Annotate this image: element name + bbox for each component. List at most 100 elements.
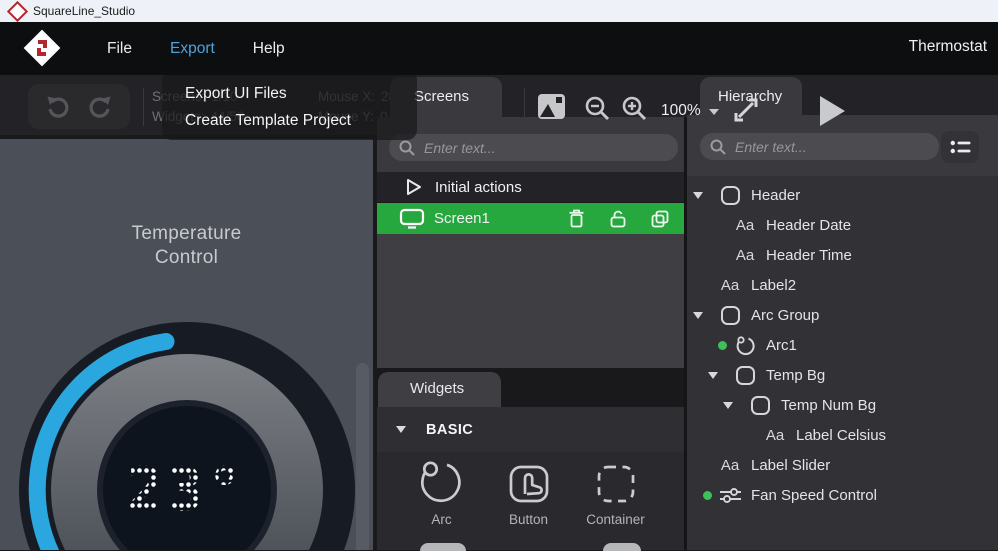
project-name: Thermostat: [908, 38, 987, 55]
label-icon: Aa: [735, 246, 755, 264]
screen-icon: [399, 208, 425, 229]
background-image-icon[interactable]: [537, 93, 566, 120]
container-icon: [735, 365, 755, 385]
export-dropdown-menu: Export UI Files Create Template Project: [162, 75, 417, 140]
container-widget-icon: [597, 465, 634, 503]
hierarchy-search-box[interactable]: [700, 133, 939, 160]
duplicate-icon[interactable]: [651, 210, 669, 228]
expand-arrow-icon[interactable]: [708, 371, 718, 379]
initial-actions-row[interactable]: Initial actions: [377, 172, 684, 203]
screens-search-box[interactable]: [389, 134, 678, 161]
tree-item-label: Header Date: [766, 216, 852, 234]
sliders-icon: [719, 487, 741, 503]
menu-item-export-ui-files[interactable]: Export UI Files: [162, 80, 417, 107]
initial-actions-label: Initial actions: [435, 178, 522, 196]
app-icon: [6, 0, 29, 22]
hierarchy-tree: Header Aa Header Date Aa Header Time Aa Label2…: [687, 176, 998, 510]
zoom-out-icon[interactable]: [584, 95, 611, 122]
tree-item-label-slider[interactable]: Aa Label Slider: [687, 450, 998, 480]
expand-arrow-icon[interactable]: [693, 311, 703, 319]
thermostat-dial[interactable]: 23°: [17, 320, 357, 550]
menubar: File Export Help Thermostat: [0, 22, 998, 75]
label-icon: Aa: [765, 426, 785, 444]
label-icon: Aa: [720, 276, 740, 294]
menu-export[interactable]: Export: [170, 40, 215, 58]
container-icon: [720, 185, 740, 205]
tree-item-label: Label Celsius: [796, 426, 887, 444]
undo-icon[interactable]: [44, 93, 72, 121]
zoom-level[interactable]: 100%: [661, 102, 701, 120]
label-icon: Aa: [735, 216, 755, 234]
widget-label: Button: [508, 512, 549, 527]
search-icon: [710, 139, 726, 155]
tree-item-temp-num-bg[interactable]: Temp Num Bg: [687, 390, 998, 420]
active-dot-icon: [703, 490, 712, 500]
tree-item-header-time[interactable]: Aa Header Time: [687, 240, 998, 270]
list-view-button[interactable]: [941, 131, 979, 163]
zoom-in-icon[interactable]: [621, 95, 648, 122]
expand-arrow-icon[interactable]: [723, 401, 733, 409]
expand-arrow-icon[interactable]: [693, 191, 703, 199]
window-title: SquareLine_Studio: [33, 4, 136, 18]
design-canvas[interactable]: Temperature Control 23°: [0, 139, 373, 550]
tree-item-label: Arc1: [766, 336, 797, 354]
tree-item-label: Temp Bg: [766, 366, 826, 384]
widgets-section-basic[interactable]: BASIC: [377, 407, 684, 455]
container-icon: [750, 395, 770, 415]
tree-item-fan-speed-control[interactable]: Fan Speed Control: [687, 480, 998, 510]
widget-label: Container: [586, 512, 645, 527]
menu-items: File Export Help: [107, 40, 285, 58]
active-dot-icon: [718, 340, 727, 350]
menu-help[interactable]: Help: [253, 40, 285, 58]
tree-item-label2[interactable]: Aa Label2: [687, 270, 998, 300]
arc-icon: [736, 335, 755, 355]
canvas-scrollbar[interactable]: [356, 363, 369, 550]
label-icon: Aa: [720, 456, 740, 474]
search-icon: [399, 140, 415, 156]
tree-item-label: Header: [751, 186, 801, 204]
squareline-logo-icon: [23, 29, 61, 67]
widgets-grid: Arc Button Container: [377, 452, 684, 551]
widget-label: Arc: [431, 512, 452, 527]
arc-widget-icon: [420, 461, 461, 503]
tree-item-header-date[interactable]: Aa Header Date: [687, 210, 998, 240]
screens-search-input[interactable]: [422, 138, 650, 157]
tree-item-label: Temp Num Bg: [781, 396, 877, 414]
widget-arc[interactable]: Arc: [398, 452, 485, 550]
hierarchy-search-input[interactable]: [733, 137, 921, 156]
tree-item-label: Arc Group: [751, 306, 820, 324]
screen-row-selected[interactable]: Screen1: [377, 203, 684, 234]
tree-item-label: Label Slider: [751, 456, 831, 474]
fit-expand-icon[interactable]: [729, 93, 763, 127]
hierarchy-panel: Header Aa Header Date Aa Header Time Aa Label2…: [687, 115, 998, 550]
play-button[interactable]: [820, 96, 845, 126]
tree-item-label: Header Time: [766, 246, 852, 264]
tree-item-header[interactable]: Header: [687, 180, 998, 210]
widgets-section-label: BASIC: [426, 421, 474, 438]
window-titlebar: SquareLine_Studio: [0, 0, 998, 22]
tree-item-arc-group[interactable]: Arc Group: [687, 300, 998, 330]
widget-container[interactable]: Container: [572, 452, 659, 550]
collapse-arrow-icon[interactable]: [396, 426, 406, 433]
tree-item-label-celsius[interactable]: Aa Label Celsius: [687, 420, 998, 450]
tab-widgets[interactable]: Widgets: [378, 372, 501, 407]
play-outline-icon: [407, 179, 421, 195]
menu-item-create-template-project[interactable]: Create Template Project: [162, 107, 417, 134]
redo-icon[interactable]: [86, 93, 114, 121]
widget-button[interactable]: Button: [485, 452, 572, 550]
list-view-icon: [950, 140, 970, 154]
container-icon: [720, 305, 740, 325]
undo-redo-group: [28, 84, 130, 129]
unlock-icon[interactable]: [609, 209, 627, 228]
screen-title-label[interactable]: Temperature Control: [0, 222, 373, 270]
tree-item-label: Label2: [751, 276, 797, 294]
screen-name: Screen1: [434, 210, 490, 227]
tree-item-temp-bg[interactable]: Temp Bg: [687, 360, 998, 390]
menu-file[interactable]: File: [107, 40, 132, 58]
delete-icon[interactable]: [568, 209, 585, 228]
tree-item-arc1[interactable]: Arc1: [687, 330, 998, 360]
zoom-dropdown-caret-icon[interactable]: [709, 109, 719, 115]
toolbar-divider: [143, 88, 144, 126]
tree-item-label: Fan Speed Control: [751, 486, 877, 504]
button-widget-icon: [509, 465, 548, 503]
